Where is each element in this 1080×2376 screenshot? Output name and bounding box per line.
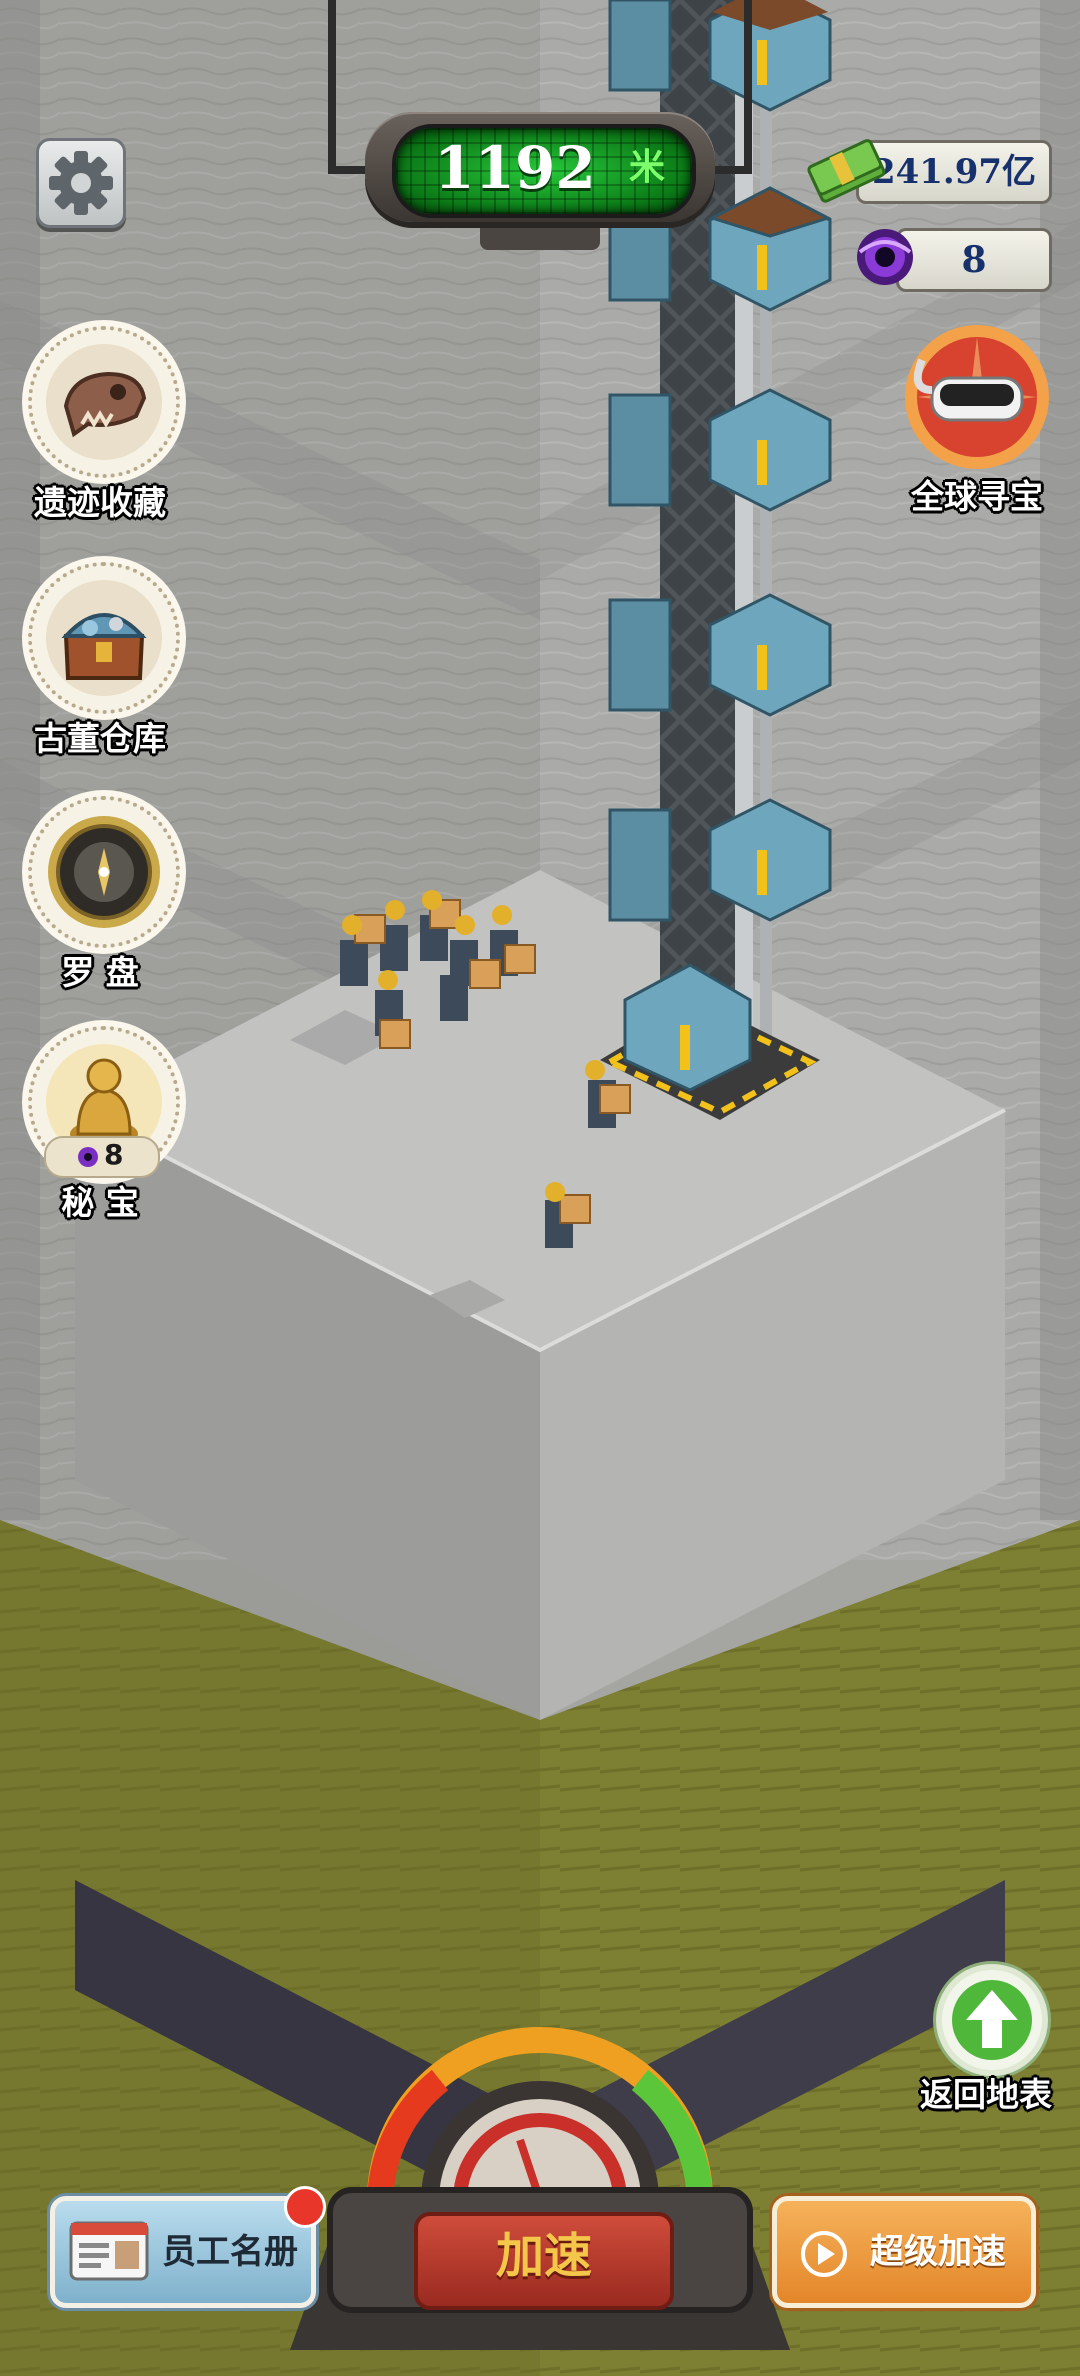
settings-button[interactable] xyxy=(36,138,126,228)
super-speed-button[interactable]: 超级加速 xyxy=(772,2196,1036,2308)
super-speed-label: 超级加速 xyxy=(870,2232,1006,2272)
id-card-icon xyxy=(69,2221,149,2281)
sidebar-label-secret-treasure: 秘 宝 xyxy=(61,1183,139,1222)
money-value: 241.97亿 xyxy=(871,152,1037,192)
gem-value: 8 xyxy=(961,239,987,281)
speed-up-button[interactable]: 加速 xyxy=(414,2212,674,2310)
global-treasure-label: 全球寻宝 xyxy=(911,477,1043,516)
return-surface-label: 返回地表 xyxy=(920,2075,1052,2114)
sidebar-item-antique-warehouse[interactable] xyxy=(28,562,180,714)
purple-orb-icon xyxy=(78,1147,98,1167)
purple-orb-icon xyxy=(857,229,913,285)
notification-dot xyxy=(284,2186,326,2228)
dinosaur-skull-icon xyxy=(46,344,162,460)
sidebar-item-relic-collection[interactable] xyxy=(28,326,180,478)
sidebar-label-antique-warehouse: 古董仓库 xyxy=(34,719,166,758)
secret-treasure-cost: 8 xyxy=(44,1136,160,1178)
staff-roster-label: 员工名册 xyxy=(162,2232,298,2272)
depth-unit: 米 xyxy=(628,147,665,188)
cash-stack-icon xyxy=(807,139,886,203)
sidebar-label-compass: 罗 盘 xyxy=(61,953,139,992)
sidebar-item-compass[interactable] xyxy=(28,796,180,948)
staff-roster-button[interactable]: 员工名册 xyxy=(50,2196,316,2308)
gear-icon xyxy=(49,151,113,215)
sidebar-label-relic-collection: 遗迹收藏 xyxy=(34,483,166,522)
speed-up-label: 加速 xyxy=(495,2228,592,2284)
compass-icon xyxy=(48,816,160,928)
vr-headset-icon xyxy=(905,325,1049,469)
depth-value: 1192 xyxy=(434,134,596,202)
play-circle-icon xyxy=(801,2231,847,2277)
treasure-chest-icon xyxy=(46,580,162,696)
global-treasure-button[interactable] xyxy=(900,320,1054,474)
up-arrow-icon xyxy=(952,1980,1032,2060)
return-surface-button[interactable] xyxy=(936,1964,1048,2076)
secret-treasure-cost-value: 8 xyxy=(104,1138,124,1171)
